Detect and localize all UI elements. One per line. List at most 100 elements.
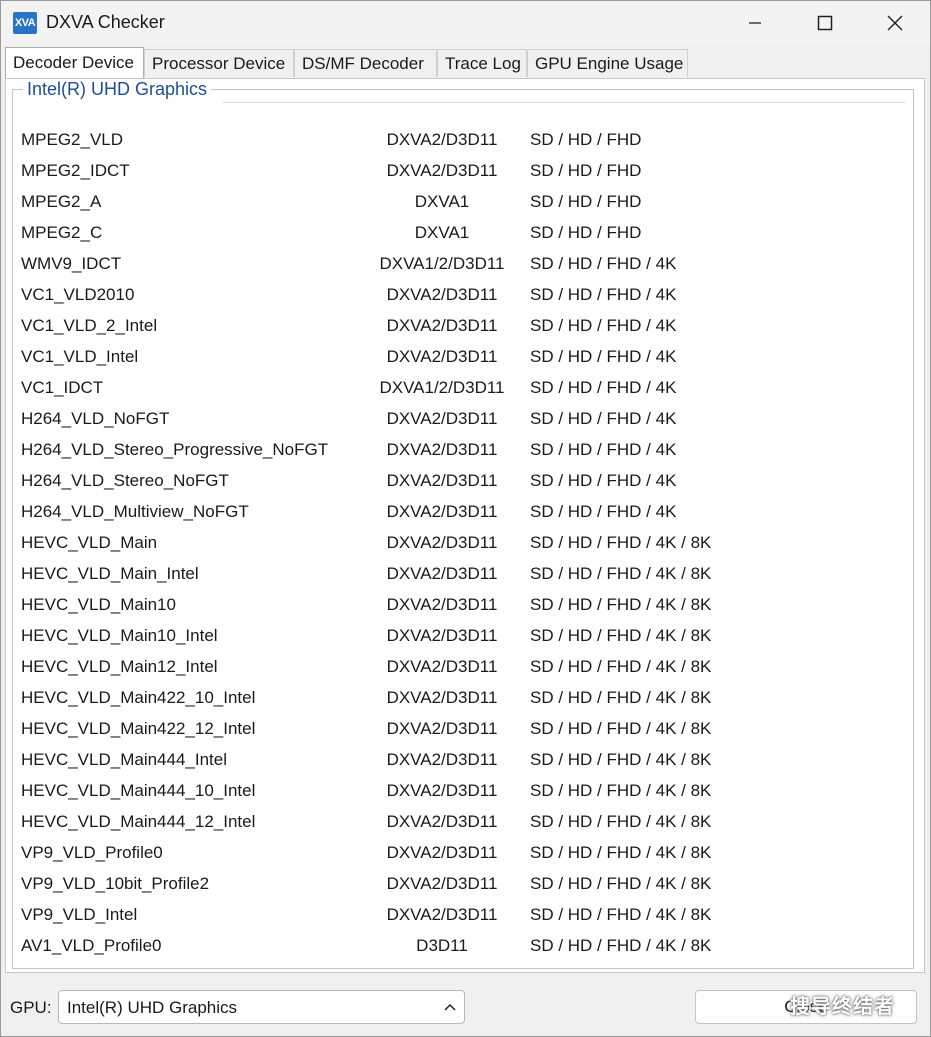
decoder-row: MPEG2_A DXVA1 SD / HD / FHD xyxy=(13,186,913,217)
decoder-row: AV1_VLD_Profile0 D3D11 SD / HD / FHD / 4K … xyxy=(13,930,913,961)
decoder-resolutions: SD / HD / FHD / 4K / 8K xyxy=(530,812,712,831)
gpu-select[interactable]: Intel(R) UHD Graphics xyxy=(58,990,465,1024)
chevron-up-icon xyxy=(444,1003,456,1011)
decoder-row: VC1_VLD_2_Intel DXVA2/D3D11 SD / HD / FHD … xyxy=(13,310,913,341)
gpu-label: GPU: xyxy=(10,998,52,1017)
decoder-resolutions: SD / HD / FHD / 4K xyxy=(530,440,677,459)
decoder-api: DXVA2/D3D11 xyxy=(386,626,498,645)
decoder-name: H264_VLD_Stereo_Progressive_NoFGT xyxy=(21,440,329,459)
close-icon xyxy=(887,15,903,31)
decoder-row: HEVC_VLD_Main_Intel DXVA2/D3D11 SD / HD / … xyxy=(13,558,913,589)
decoder-name: MPEG2_IDCT xyxy=(21,161,130,180)
decoder-resolutions: SD / HD / FHD / 4K xyxy=(530,347,677,366)
decoder-name: HEVC_VLD_Main_Intel xyxy=(21,564,199,583)
minimize-icon xyxy=(749,22,761,24)
gpu-group-box: Intel(R) UHD Graphics MPEG2_VLD DXVA2/D3D… xyxy=(12,79,914,969)
decoder-resolutions: SD / HD / FHD / 4K / 8K xyxy=(530,936,712,955)
decoder-api: DXVA2/D3D11 xyxy=(386,595,498,614)
decoder-name: MPEG2_VLD xyxy=(21,130,124,149)
decoder-name: MPEG2_C xyxy=(21,223,103,242)
decoder-api: DXVA1/2/D3D11 xyxy=(379,378,505,397)
window-title: DXVA Checker xyxy=(46,12,165,32)
maximize-icon xyxy=(817,15,833,31)
decoder-resolutions: SD / HD / FHD / 4K xyxy=(530,471,677,490)
decoder-row: HEVC_VLD_Main444_10_Intel DXVA2/D3D11 SD /… xyxy=(13,775,913,806)
decoder-row: HEVC_VLD_Main422_12_Intel DXVA2/D3D11 SD /… xyxy=(13,713,913,744)
decoder-name: VC1_VLD2010 xyxy=(21,285,135,304)
decoder-api: DXVA2/D3D11 xyxy=(386,750,498,769)
decoder-name: VP9_VLD_Intel xyxy=(21,905,138,924)
decoder-row: H264_VLD_Stereo_Progressive_NoFGT DXVA2/D… xyxy=(13,434,913,465)
decoder-api: DXVA2/D3D11 xyxy=(386,161,498,180)
decoder-api: D3D11 xyxy=(416,936,468,955)
tab-decoder-device[interactable]: Decoder Device xyxy=(5,47,144,78)
tab-gpu-engine-usage[interactable]: GPU Engine Usage xyxy=(527,49,688,77)
decoder-row: HEVC_VLD_Main444_12_Intel DXVA2/D3D11 SD /… xyxy=(13,806,913,837)
decoder-api: DXVA2/D3D11 xyxy=(386,471,498,490)
decoder-resolutions: SD / HD / FHD / 4K / 8K xyxy=(530,874,712,893)
decoder-resolutions: SD / HD / FHD xyxy=(530,223,642,242)
decoder-row: VC1_VLD2010 DXVA2/D3D11 SD / HD / FHD / 4K xyxy=(13,279,913,310)
decoder-name: HEVC_VLD_Main444_Intel xyxy=(21,750,228,769)
tab-ds-mf-decoder[interactable]: DS/MF Decoder xyxy=(294,49,437,77)
decoder-resolutions: SD / HD / FHD xyxy=(530,161,642,180)
group-title: Intel(R) UHD Graphics xyxy=(23,79,212,100)
decoder-resolutions: SD / HD / FHD / 4K / 8K xyxy=(530,595,712,614)
decoder-row: HEVC_VLD_Main10_Intel DXVA2/D3D11 SD / HD … xyxy=(13,620,913,651)
decoder-resolutions: SD / HD / FHD / 4K / 8K xyxy=(530,688,712,707)
decoder-api: DXVA2/D3D11 xyxy=(386,874,498,893)
decoder-row: HEVC_VLD_Main12_Intel DXVA2/D3D11 SD / HD … xyxy=(13,651,913,682)
decoder-list: MPEG2_VLD DXVA2/D3D11 SD / HD / FHD MPEG2_I… xyxy=(13,124,913,961)
decoder-resolutions: SD / HD / FHD / 4K / 8K xyxy=(530,657,712,676)
decoder-resolutions: SD / HD / FHD / 4K xyxy=(530,502,677,521)
close-window-button[interactable] xyxy=(860,1,930,45)
decoder-name: VP9_VLD_10bit_Profile2 xyxy=(21,874,210,893)
decoder-api: DXVA2/D3D11 xyxy=(386,316,498,335)
decoder-row: VP9_VLD_10bit_Profile2 DXVA2/D3D11 SD / HD… xyxy=(13,868,913,899)
decoder-name: H264_VLD_Multiview_NoFGT xyxy=(21,502,249,521)
decoder-device-panel: Intel(R) UHD Graphics MPEG2_VLD DXVA2/D3D… xyxy=(5,78,925,973)
decoder-resolutions: SD / HD / FHD / 4K xyxy=(530,254,677,273)
tab-trace-log[interactable]: Trace Log xyxy=(437,49,527,77)
decoder-api: DXVA1 xyxy=(414,192,470,211)
decoder-name: HEVC_VLD_Main422_10_Intel xyxy=(21,688,256,707)
decoder-resolutions: SD / HD / FHD / 4K xyxy=(530,409,677,428)
gpu-select-value: Intel(R) UHD Graphics xyxy=(67,998,238,1017)
decoder-row: HEVC_VLD_Main444_Intel DXVA2/D3D11 SD / HD… xyxy=(13,744,913,775)
dxva-checker-window: XVA DXVA Checker Decoder Device Processo… xyxy=(0,0,931,1037)
decoder-name: HEVC_VLD_Main444_10_Intel xyxy=(21,781,256,800)
decoder-api: DXVA2/D3D11 xyxy=(386,347,498,366)
decoder-row: HEVC_VLD_Main10 DXVA2/D3D11 SD / HD / FHD … xyxy=(13,589,913,620)
decoder-row: HEVC_VLD_Main DXVA2/D3D11 SD / HD / FHD / … xyxy=(13,527,913,558)
decoder-api: DXVA2/D3D11 xyxy=(386,688,498,707)
decoder-api: DXVA2/D3D11 xyxy=(386,843,498,862)
title-bar[interactable]: XVA DXVA Checker xyxy=(1,1,930,45)
decoder-resolutions: SD / HD / FHD / 4K / 8K xyxy=(530,626,712,645)
decoder-resolutions: SD / HD / FHD xyxy=(530,130,642,149)
tab-processor-device[interactable]: Processor Device xyxy=(144,49,294,77)
decoder-resolutions: SD / HD / FHD xyxy=(530,192,642,211)
decoder-api: DXVA1/2/D3D11 xyxy=(379,254,505,273)
maximize-button[interactable] xyxy=(790,1,860,45)
decoder-row: WMV9_IDCT DXVA1/2/D3D11 SD / HD / FHD / 4K xyxy=(13,248,913,279)
decoder-api: DXVA2/D3D11 xyxy=(386,440,498,459)
watermark-text: 搜导终结者 xyxy=(790,996,895,1018)
decoder-name: MPEG2_A xyxy=(21,192,102,211)
decoder-row: VC1_VLD_Intel DXVA2/D3D11 SD / HD / FHD / … xyxy=(13,341,913,372)
decoder-row: MPEG2_C DXVA1 SD / HD / FHD xyxy=(13,217,913,248)
decoder-resolutions: SD / HD / FHD / 4K xyxy=(530,316,677,335)
decoder-resolutions: SD / HD / FHD / 4K xyxy=(530,285,677,304)
decoder-name: VP9_VLD_Profile0 xyxy=(21,843,163,862)
decoder-resolutions: SD / HD / FHD / 4K / 8K xyxy=(530,533,712,552)
decoder-name: HEVC_VLD_Main12_Intel xyxy=(21,657,218,676)
decoder-name: VC1_IDCT xyxy=(21,378,104,397)
minimize-button[interactable] xyxy=(720,1,790,45)
decoder-resolutions: SD / HD / FHD / 4K / 8K xyxy=(530,843,712,862)
decoder-row: HEVC_VLD_Main422_10_Intel DXVA2/D3D11 SD /… xyxy=(13,682,913,713)
decoder-api: DXVA1 xyxy=(414,223,470,242)
decoder-api: DXVA2/D3D11 xyxy=(386,564,498,583)
decoder-api: DXVA2/D3D11 xyxy=(386,502,498,521)
decoder-row: MPEG2_VLD DXVA2/D3D11 SD / HD / FHD xyxy=(13,124,913,155)
decoder-name: HEVC_VLD_Main444_12_Intel xyxy=(21,812,256,831)
decoder-name: VC1_VLD_Intel xyxy=(21,347,139,366)
